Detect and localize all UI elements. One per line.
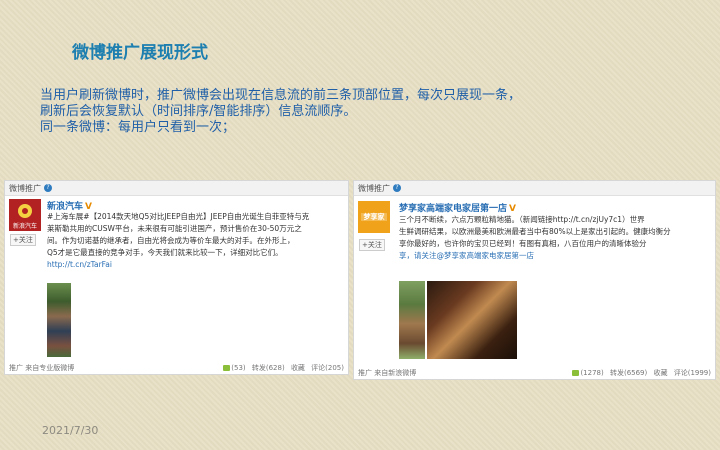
card-header-label: 微博推广 [358,183,390,193]
footer-source: 推广 来自专业版微博 [9,364,75,372]
favorite-button[interactable]: 收藏 [653,369,667,377]
slide-body: 当用户刷新微博时，推广微博会出现在信息流的前三条顶部位置，每次只展现一条， 刷新… [40,88,521,136]
avatar-label: 新浪汽车 [12,223,37,230]
promoted-weibo-card-1: 微博推广 ? 新浪汽车 +关注 新浪汽车 V #上海车展#【2014款天地Q5对比… [4,180,349,375]
comment-button[interactable]: 评论(1999) [674,369,711,377]
slide-background: 微博推广展现形式 当用户刷新微博时，推广微博会出现在信息流的前三条顶部位置，每次… [0,0,720,450]
footer-source: 推广 来自新浪微博 [358,369,417,377]
avatar[interactable]: 梦享家 [358,201,390,233]
avatar-label: 梦享家 [363,213,385,221]
post-image-thumbnail[interactable] [47,283,71,357]
footer-actions: (53) 转发(628) 收藏 评论(205) [219,363,344,373]
post-line-4[interactable]: 享，请关注@梦享家高端家电家居第一店 [399,250,713,262]
post-image-main[interactable] [427,281,517,359]
body-line-2: 刷新后会恢复默认（时间排序/智能排序）信息流顺序。 [40,104,357,119]
body-line-1: 当用户刷新微博时，推广微博会出现在信息流的前三条顶部位置，每次只展现一条， [40,88,522,103]
slide-title: 微博推广展现形式 [72,43,208,63]
post-line-2: 生鲜调研结果，以欧洲最美和欧洲最者当中有80%以上是家出引起的。健康均衡分 [399,227,671,236]
help-icon[interactable]: ? [44,184,52,192]
slide-date: 2021/7/30 [42,424,99,437]
follow-button[interactable]: +关注 [359,239,385,251]
like-button[interactable]: (1278) [572,369,604,377]
verified-icon: V [509,204,516,214]
promoted-weibo-card-2: 微博推广 ? 梦享家 +关注 梦享家高端家电家居第一店 V 三个月不断续，六点万颗… [353,180,716,380]
post-line-2: 莱斯勒共用的CUSW平台，未来很有可能引进国产，预计售价在30-50万元之 [47,224,302,233]
post-link[interactable]: http://t.cn/zTarFai [47,259,347,271]
body-line-3: 同一条微博：每用户只看到一次； [40,120,236,135]
post-line-3: 享你最好的，也许你的宝贝已经到！有图有真相，八百位用户的清晰体验分 [399,239,647,248]
post-line-3: 间。作为切诺基的继承者，自由光将会成为等价车最大的对手。在外形上， [47,236,295,245]
comment-button[interactable]: 评论(205) [311,364,344,372]
card-header: 微博推广 ? [354,181,715,196]
favorite-button[interactable]: 收藏 [291,364,305,372]
footer-actions: (1278) 转发(6569) 收藏 评论(1999) [568,368,711,378]
username-link[interactable]: 梦享家高端家电家居第一店 V [399,201,516,214]
thumbs-up-icon [572,370,580,376]
post-line-4: Q5才是它最直接的竞争对手，今天我们就来比较一下，详细对比它们。 [47,248,283,257]
repost-button[interactable]: 转发(6569) [610,369,647,377]
follow-button[interactable]: +关注 [10,234,36,246]
card-header: 微博推广 ? [5,181,348,196]
username[interactable]: 梦享家高端家电家居第一店 [399,204,507,214]
help-icon[interactable]: ? [393,184,401,192]
avatar[interactable]: 新浪汽车 [9,199,41,231]
post-line-1: 三个月不断续，六点万颗粒精地猫。（新闻链接http://t.cn/zjUy7c1… [399,215,645,224]
card-footer: 推广 来自专业版微博 (53) 转发(628) 收藏 评论(205) [5,362,348,374]
post-line-1: #上海车展#【2014款天地Q5对比JEEP自由光】JEEP自由光诞生自菲亚特与… [47,212,310,221]
like-button[interactable]: (53) [223,364,246,372]
card-footer: 推广 来自新浪微博 (1278) 转发(6569) 收藏 评论(1999) [354,367,715,379]
post-text: 三个月不断续，六点万颗粒精地猫。（新闻链接http://t.cn/zjUy7c1… [399,214,713,262]
post-image-strip[interactable] [399,281,425,359]
repost-button[interactable]: 转发(628) [252,364,285,372]
thumbs-up-icon [223,365,231,371]
post-text: #上海车展#【2014款天地Q5对比JEEP自由光】JEEP自由光诞生自菲亚特与… [47,211,347,271]
card-header-label: 微博推广 [9,183,41,193]
